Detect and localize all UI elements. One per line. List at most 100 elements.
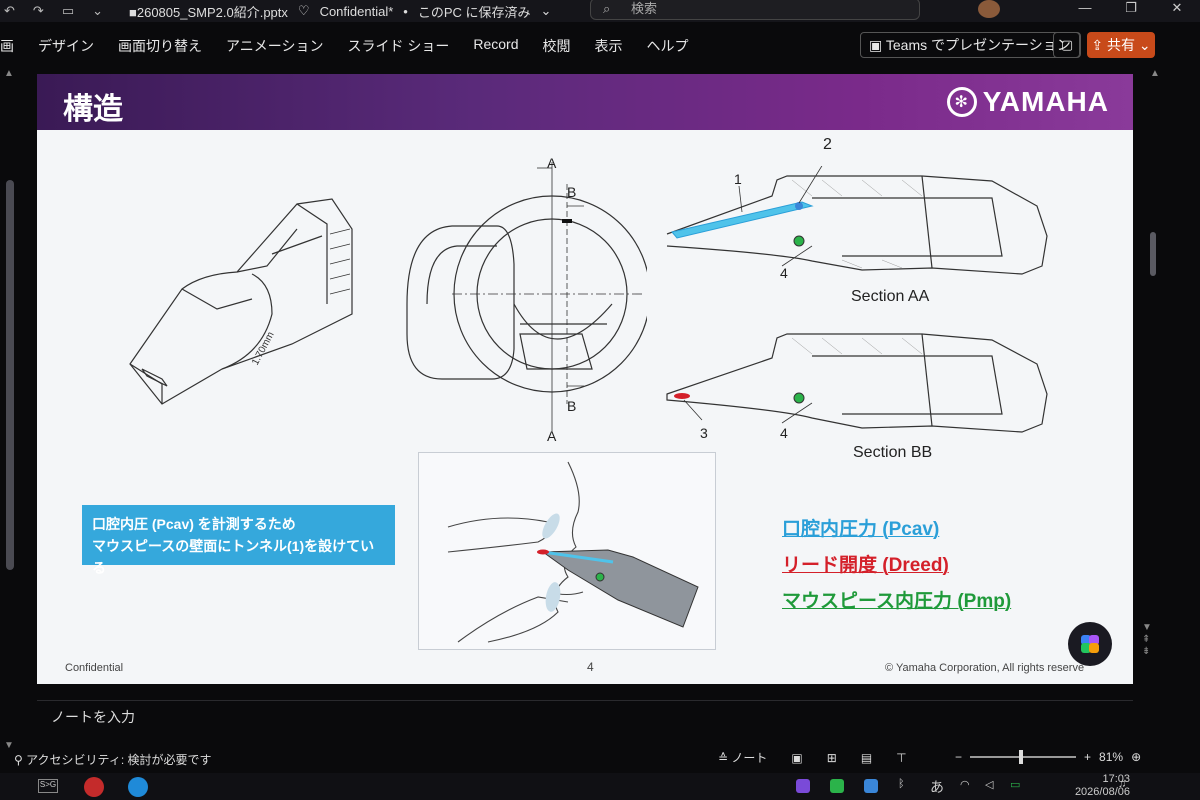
share-button-label: 共有 bbox=[1107, 37, 1135, 53]
section-bb-label: Section BB bbox=[853, 444, 933, 461]
chevron-down-icon: ⌄ bbox=[1138, 37, 1151, 53]
ime-indicator[interactable]: あ bbox=[930, 777, 944, 797]
reading-view-icon[interactable]: ▤ bbox=[861, 751, 872, 765]
notes-button-label: ノート bbox=[731, 751, 768, 765]
front-view-drawing: A B B A bbox=[406, 155, 647, 444]
thumbnail-scrollbar[interactable] bbox=[6, 180, 14, 570]
axis-b-bottom: B bbox=[567, 398, 576, 414]
slide-header: 構造 ✻ YAMAHA bbox=[37, 74, 1133, 130]
zoom-level[interactable]: 81% bbox=[1099, 750, 1123, 764]
section-aa-label: Section AA bbox=[851, 288, 930, 305]
app-icon[interactable] bbox=[84, 777, 104, 797]
redo-icon[interactable]: ↷ bbox=[33, 3, 44, 19]
quick-access: ↶ ↷ ▭ ⌄ bbox=[0, 3, 103, 19]
notes-button[interactable]: ≙ ノート bbox=[718, 749, 767, 766]
tab-animations[interactable]: アニメーション bbox=[214, 36, 335, 56]
tab-record[interactable]: Record bbox=[461, 36, 530, 56]
tab-slideshow[interactable]: スライド ショー bbox=[335, 36, 461, 56]
explanation-callout: 口腔内圧 (Pcav) を計測するため マウスピースの壁面にトンネル(1)を設け… bbox=[82, 505, 395, 576]
legend-dreed: リード開度 (Dreed) bbox=[782, 555, 949, 576]
callout-1: 1 bbox=[734, 171, 742, 187]
callout-4a: 4 bbox=[780, 265, 788, 281]
notes-pane[interactable]: ノートを入力 bbox=[37, 700, 1133, 736]
wifi-icon[interactable]: ◠ bbox=[960, 778, 970, 791]
slide-scrollbar[interactable] bbox=[1150, 232, 1156, 276]
comments-button[interactable]: ▢ bbox=[1053, 32, 1081, 58]
scroll-up-icon[interactable]: ▲ bbox=[1150, 68, 1160, 79]
filename: ■260805_SMP2.0紹介.pptx bbox=[129, 4, 288, 20]
tab-draw[interactable]: 画 bbox=[0, 36, 26, 56]
zoom-slider[interactable] bbox=[970, 750, 1077, 764]
tab-transitions[interactable]: 画面切り替え bbox=[106, 36, 214, 56]
notification-icon[interactable]: ♫ bbox=[1118, 778, 1126, 790]
volume-icon[interactable]: ◁ bbox=[985, 778, 993, 791]
title-bar: ↶ ↷ ▭ ⌄ ■260805_SMP2.0紹介.pptx ♡ Confiden… bbox=[0, 0, 1200, 22]
scroll-up-icon[interactable]: ▲ bbox=[4, 68, 14, 79]
share-button[interactable]: ⇪ 共有 ⌄ bbox=[1087, 32, 1155, 58]
edge-icon[interactable] bbox=[128, 777, 148, 797]
accessibility-status[interactable]: ⚲ アクセシビリティ: 検討が必要です bbox=[14, 751, 212, 768]
present-icon[interactable]: ▭ bbox=[62, 3, 74, 19]
minimize-icon[interactable]: — bbox=[1062, 0, 1108, 16]
shield-icon: ♡ bbox=[297, 3, 310, 18]
chevron-down-icon[interactable]: ⌄ bbox=[541, 3, 552, 19]
yamaha-logo: ✻ YAMAHA bbox=[946, 86, 1109, 118]
customize-icon[interactable]: ⌄ bbox=[92, 3, 103, 19]
slide-title: 構造 bbox=[63, 93, 123, 126]
teams-icon: ▣ bbox=[869, 37, 883, 53]
tuning-fork-icon: ✻ bbox=[946, 87, 977, 117]
notes-placeholder: ノートを入力 bbox=[51, 709, 135, 725]
normal-view-icon[interactable]: ▣ bbox=[791, 751, 802, 765]
app-icon[interactable]: S>G bbox=[38, 779, 58, 793]
legend-pmp: マウスピース内圧力 (Pmp) bbox=[782, 591, 1012, 612]
zoom-slider-thumb[interactable] bbox=[1019, 750, 1024, 764]
undo-icon[interactable]: ↶ bbox=[4, 3, 15, 19]
slideshow-icon[interactable]: ⊤ bbox=[896, 751, 906, 765]
battery-icon[interactable]: ▭ bbox=[1010, 778, 1020, 791]
zoom-out-icon[interactable]: − bbox=[955, 750, 962, 764]
tray-app-icon[interactable] bbox=[830, 779, 844, 793]
accessibility-icon: ⚲ bbox=[14, 753, 23, 767]
logo-text: YAMAHA bbox=[982, 86, 1109, 117]
player-illustration bbox=[418, 452, 716, 650]
axis-a-bottom: A bbox=[547, 428, 557, 444]
tab-review[interactable]: 校閲 bbox=[530, 36, 582, 56]
save-status[interactable]: このPC に保存済み bbox=[418, 2, 531, 21]
teams-present-button[interactable]: ▣ Teams でプレゼンテーション bbox=[860, 32, 1080, 58]
share-icon: ⇪ bbox=[1091, 37, 1104, 53]
mouthpiece-3d-drawing: 1.70mm bbox=[129, 198, 353, 405]
fit-slide-icon[interactable]: ⊕ bbox=[1131, 750, 1141, 764]
tab-help[interactable]: ヘルプ bbox=[634, 36, 700, 56]
search-icon: ⌕ bbox=[603, 1, 611, 16]
search-input[interactable]: ⌕ 検索 bbox=[590, 0, 920, 20]
page-number: 4 bbox=[587, 660, 594, 674]
slide-sorter-icon[interactable]: ⊞ bbox=[827, 751, 837, 765]
notes-icon: ≙ bbox=[718, 751, 729, 765]
footer-copyright: © Yamaha Corporation, All rights reserve bbox=[885, 662, 1085, 674]
note-line-1: 口腔内圧 (Pcav) を計測するため bbox=[92, 516, 296, 532]
avatar[interactable] bbox=[978, 0, 1000, 18]
footer-confidential: Confidential bbox=[65, 662, 124, 674]
copilot-button[interactable] bbox=[1068, 622, 1112, 666]
zoom-in-icon[interactable]: + bbox=[1084, 750, 1091, 764]
restore-icon[interactable]: ❐ bbox=[1108, 0, 1154, 16]
tray-shield-icon[interactable] bbox=[864, 779, 878, 793]
tab-design[interactable]: デザイン bbox=[26, 36, 106, 56]
tray-app-icon[interactable] bbox=[796, 779, 810, 793]
sensitivity-label[interactable]: Confidential* bbox=[320, 4, 394, 19]
callout-2: 2 bbox=[823, 136, 832, 153]
dot-icon: • bbox=[403, 3, 408, 19]
tab-view[interactable]: 表示 bbox=[582, 36, 634, 56]
comment-icon: ▢ bbox=[1060, 37, 1074, 52]
close-icon[interactable]: ✕ bbox=[1154, 0, 1200, 16]
legend-pcav: 口腔内圧力 (Pcav) bbox=[782, 519, 940, 540]
zoom-control: − + 81% ⊕ bbox=[955, 750, 1141, 764]
taskbar: S>G ᛒ あ ◠ ◁ ▭ 17:03 2026/08/06 ♫ bbox=[0, 773, 1200, 800]
slide-canvas[interactable]: 構造 ✻ YAMAHA 1.70mm A B B A 1 4 2 Section… bbox=[37, 74, 1133, 684]
axis-a-top: A bbox=[547, 155, 557, 171]
prev-slide-icon[interactable]: ▼ ⇞ ⇟ bbox=[1142, 622, 1152, 658]
ribbon: 画 デザイン 画面切り替え アニメーション スライド ショー Record 校閲… bbox=[0, 30, 1200, 62]
search-placeholder: 検索 bbox=[631, 1, 658, 16]
bluetooth-icon[interactable]: ᛒ bbox=[898, 778, 905, 790]
callout-3: 3 bbox=[700, 425, 708, 441]
